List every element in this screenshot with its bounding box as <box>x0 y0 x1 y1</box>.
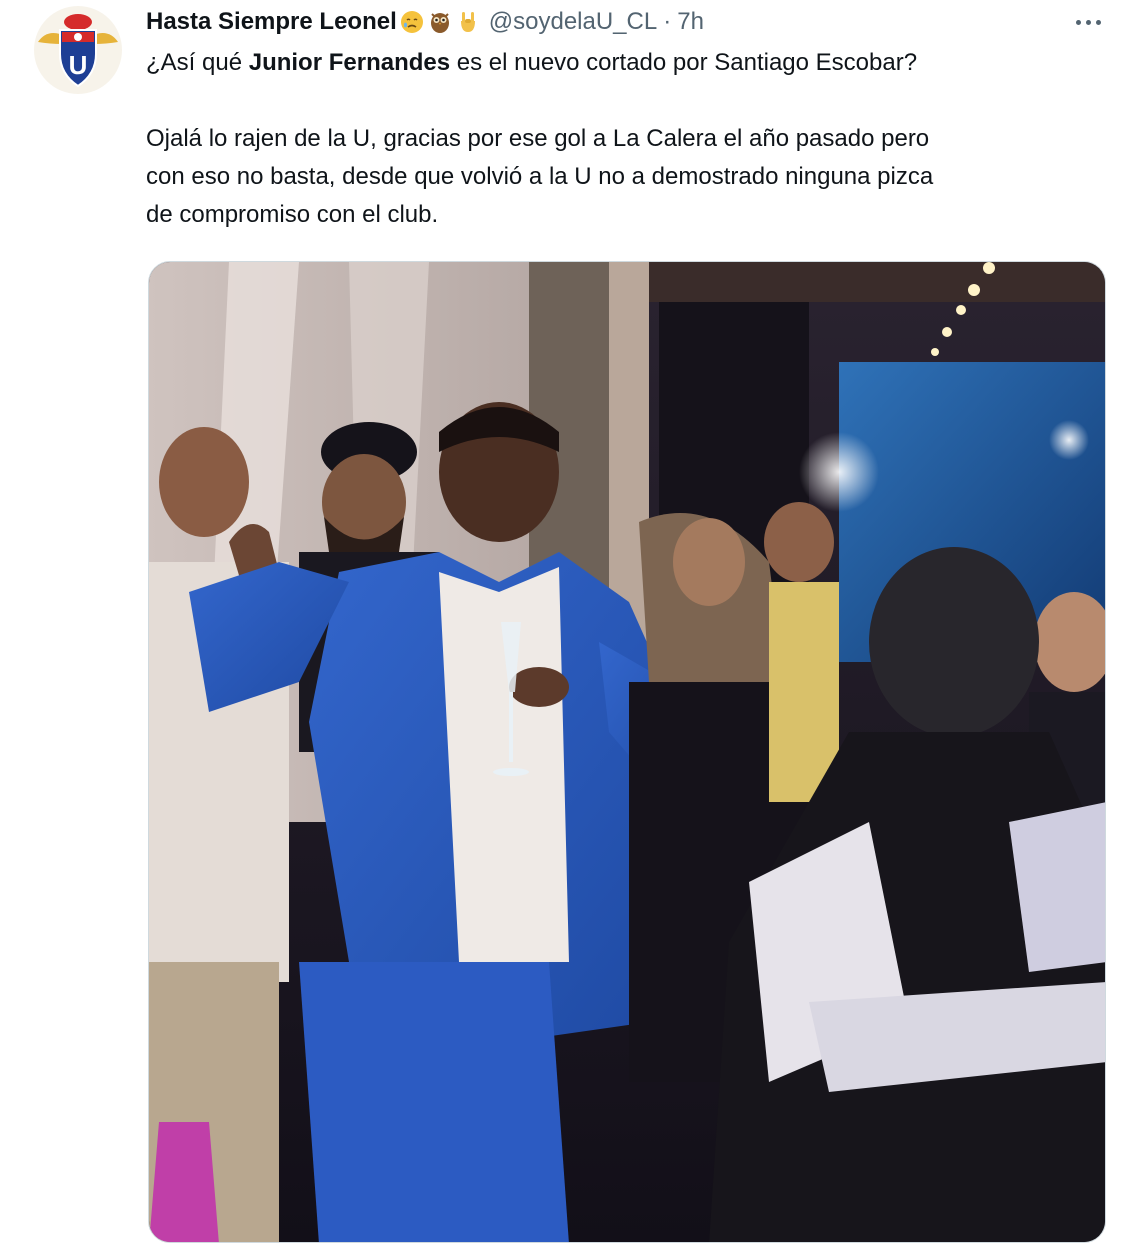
header-separator: · <box>663 8 672 35</box>
tweet-text-segment: es el nuevo cortado por Santiago Escobar… <box>450 49 918 76</box>
party-scene-image <box>149 262 1105 1242</box>
more-dot-icon <box>1075 19 1081 25</box>
author-handle[interactable]: @soydelaU_CL <box>489 8 657 36</box>
tweet-text-line-1: ¿Así qué Junior Fernandes es el nuevo co… <box>146 44 1106 82</box>
tweet-text-line-4: de compromiso con el club. <box>146 201 439 228</box>
tweet-text-line-3: con eso no basta, desde que volvió a la … <box>146 163 934 190</box>
tweet-text-line-2: Ojalá lo rajen de la U, gracias por ese … <box>146 125 930 152</box>
more-options-button[interactable] <box>1068 8 1108 36</box>
tweet-text-segment: ¿Así qué <box>146 49 249 76</box>
rock-hand-emoji-icon <box>455 9 481 35</box>
tweet-media-photo[interactable] <box>148 261 1106 1243</box>
more-dot-icon <box>1085 19 1091 25</box>
mentioned-player-name: Junior Fernandes <box>248 49 451 76</box>
sad-face-emoji-icon <box>399 9 425 35</box>
club-crest-logo: U <box>34 6 122 94</box>
owl-emoji-icon <box>427 9 453 35</box>
tweet-timestamp[interactable]: 7h <box>677 8 704 36</box>
tweet-text: ¿Así qué Junior Fernandes es el nuevo co… <box>146 44 1106 234</box>
tweet-header: Hasta Siempre Leonel @soydelaU_CL · 7h <box>146 6 704 38</box>
author-avatar[interactable]: U <box>32 4 124 96</box>
svg-text:U: U <box>69 50 88 80</box>
tweet-card: U Hasta Siempre Leonel @soydelaU_CL · 7h… <box>0 0 1140 1254</box>
more-dot-icon <box>1095 19 1101 25</box>
author-display-name[interactable]: Hasta Siempre Leonel <box>146 8 397 36</box>
